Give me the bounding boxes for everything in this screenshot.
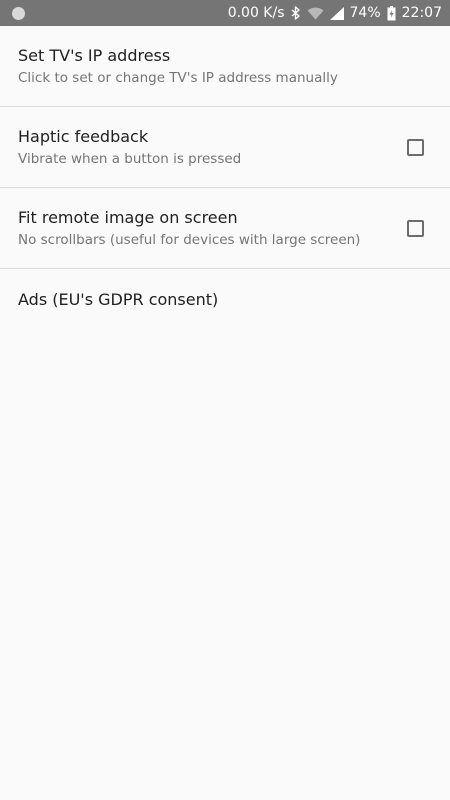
pref-summary: Vibrate when a button is pressed xyxy=(18,150,242,167)
pref-title: Haptic feedback xyxy=(18,126,149,146)
pref-title: Set TV's IP address xyxy=(18,45,171,65)
battery-icon xyxy=(387,5,396,21)
net-speed: 0.00 K/s xyxy=(227,5,285,21)
pref-haptic-feedback[interactable]: Haptic feedback Vibrate when a button is… xyxy=(0,107,450,188)
pref-fit-remote-image[interactable]: Fit remote image on screen No scrollbars… xyxy=(0,188,450,269)
pref-title: Ads (EU's GDPR consent) xyxy=(18,290,219,309)
status-bar: 0.00 K/s 74% 22:07 xyxy=(0,0,450,26)
pref-tv-ip-address[interactable]: Set TV's IP address Click to set or chan… xyxy=(0,26,450,107)
battery-percent: 74% xyxy=(349,5,381,21)
wifi-icon xyxy=(307,7,324,20)
fit-remote-image-checkbox[interactable] xyxy=(407,219,424,237)
bluetooth-icon xyxy=(291,6,301,20)
pref-summary: No scrollbars (useful for devices with l… xyxy=(18,231,361,248)
notification-dot-icon xyxy=(12,6,25,20)
haptic-feedback-checkbox[interactable] xyxy=(407,138,424,156)
pref-ads-gdpr-consent[interactable]: Ads (EU's GDPR consent) xyxy=(0,269,450,331)
pref-summary: Click to set or change TV's IP address m… xyxy=(18,69,338,86)
clock: 22:07 xyxy=(401,5,442,21)
pref-title: Fit remote image on screen xyxy=(18,207,238,227)
settings-list: Set TV's IP address Click to set or chan… xyxy=(0,26,450,331)
signal-icon xyxy=(329,6,344,20)
